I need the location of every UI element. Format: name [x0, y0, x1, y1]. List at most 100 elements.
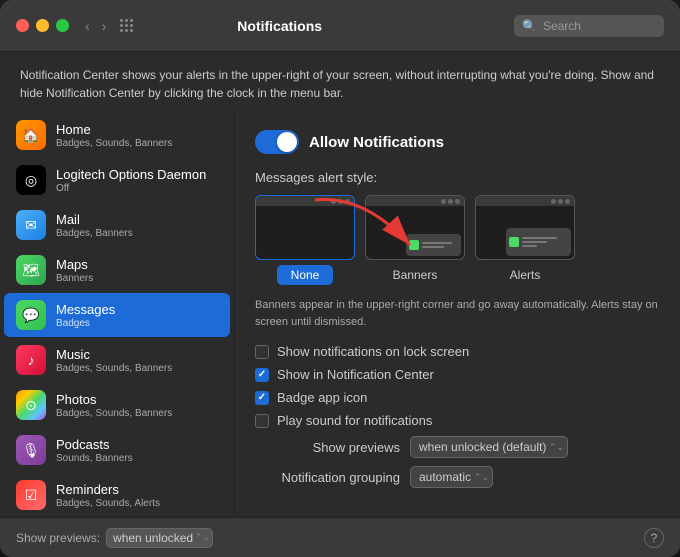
sidebar-text: Photos Badges, Sounds, Banners	[56, 392, 172, 419]
style-option-banners[interactable]: Banners	[365, 195, 465, 285]
bottom-previews-select[interactable]: alwayswhen unlockednever	[106, 528, 213, 548]
content: 🏠 Home Badges, Sounds, Banners ◎ Logitec…	[0, 112, 680, 517]
sidebar-item-music[interactable]: ♪ Music Badges, Sounds, Banners	[4, 338, 230, 382]
sidebar-item-logitech[interactable]: ◎ Logitech Options Daemon Off	[4, 158, 230, 202]
home-icon: 🏠	[16, 120, 46, 150]
sidebar-item-sub: Off	[56, 183, 206, 194]
description-text: Notification Center shows your alerts in…	[20, 68, 654, 100]
banners-preview	[365, 195, 465, 260]
style-options: None Banners	[255, 195, 660, 285]
setting-row-1: Notification grouping automaticby appoff	[255, 466, 660, 488]
none-preview	[255, 195, 355, 260]
sidebar-item-name: Mail	[56, 212, 133, 227]
checkbox-label-badge_icon: Badge app icon	[277, 390, 367, 405]
checkbox-label-notification_center: Show in Notification Center	[277, 367, 434, 382]
sidebar-item-name: Photos	[56, 392, 172, 407]
banners-button[interactable]: Banners	[379, 265, 452, 285]
sidebar-text: Reminders Badges, Sounds, Alerts	[56, 482, 160, 509]
preview-dot	[551, 199, 556, 204]
close-button[interactable]	[16, 19, 29, 32]
mail-icon: ✉	[16, 210, 46, 240]
sidebar: 🏠 Home Badges, Sounds, Banners ◎ Logitec…	[0, 112, 235, 517]
sidebar-item-home[interactable]: 🏠 Home Badges, Sounds, Banners	[4, 113, 230, 157]
preview-content	[366, 206, 464, 259]
setting-label-1: Notification grouping	[255, 470, 400, 485]
checkbox-badge_icon[interactable]	[255, 391, 269, 405]
sidebar-item-sub: Sounds, Banners	[56, 453, 133, 464]
style-option-none[interactable]: None	[255, 195, 355, 285]
checkbox-row-notification_center[interactable]: Show in Notification Center	[255, 367, 660, 382]
reminders-icon: ☑	[16, 480, 46, 510]
preview-content	[476, 206, 574, 259]
checkbox-play_sound[interactable]	[255, 414, 269, 428]
none-button[interactable]: None	[277, 265, 334, 285]
sidebar-item-name: Logitech Options Daemon	[56, 167, 206, 182]
sidebar-text: Podcasts Sounds, Banners	[56, 437, 133, 464]
checkbox-row-badge_icon[interactable]: Badge app icon	[255, 390, 660, 405]
sidebar-text: Mail Badges, Banners	[56, 212, 133, 239]
checkbox-row-play_sound[interactable]: Play sound for notifications	[255, 413, 660, 428]
search-input[interactable]	[543, 19, 656, 33]
bottom-bar: Show previews: alwayswhen unlockednever …	[0, 517, 680, 557]
sidebar-item-messages[interactable]: 💬 Messages Badges	[4, 293, 230, 337]
alerts-preview	[475, 195, 575, 260]
photos-icon: ⊙	[16, 390, 46, 420]
checkbox-notification_center[interactable]	[255, 368, 269, 382]
sidebar-item-sub: Banners	[56, 273, 93, 284]
sidebar-item-reminders[interactable]: ☑ Reminders Badges, Sounds, Alerts	[4, 473, 230, 517]
sidebar-item-sub: Badges, Banners	[56, 228, 133, 239]
checkbox-lock_screen[interactable]	[255, 345, 269, 359]
style-options-wrapper: None Banners	[255, 195, 660, 285]
sidebar-item-sub: Badges, Sounds, Alerts	[56, 498, 160, 509]
preview-dot	[331, 199, 336, 204]
sidebar-item-mail[interactable]: ✉ Mail Badges, Banners	[4, 203, 230, 247]
bottom-select-wrapper: alwayswhen unlockednever	[106, 528, 213, 548]
sidebar-item-name: Home	[56, 122, 172, 137]
sidebar-item-name: Maps	[56, 257, 93, 272]
search-box[interactable]: 🔍	[514, 15, 664, 37]
window: ‹ › Notifications 🔍 Notification Center …	[0, 0, 680, 557]
preview-dot	[565, 199, 570, 204]
preview-dot	[558, 199, 563, 204]
setting-select-1[interactable]: automaticby appoff	[410, 466, 493, 488]
sidebar-item-sub: Badges	[56, 318, 115, 329]
main-panel: Allow Notifications Messages alert style…	[235, 112, 680, 517]
sidebar-item-podcasts[interactable]: 🎙 Podcasts Sounds, Banners	[4, 428, 230, 472]
preview-dot	[455, 199, 460, 204]
sidebar-text: Logitech Options Daemon Off	[56, 167, 206, 194]
sidebar-text: Music Badges, Sounds, Banners	[56, 347, 172, 374]
setting-select-wrapper-0: alwayswhen unlocked (default)never	[410, 436, 568, 458]
checkbox-label-play_sound: Play sound for notifications	[277, 413, 432, 428]
allow-notifications-row: Allow Notifications	[255, 130, 660, 154]
allow-notifications-toggle[interactable]	[255, 130, 299, 154]
setting-select-0[interactable]: alwayswhen unlocked (default)never	[410, 436, 568, 458]
preview-content	[256, 206, 354, 259]
sidebar-item-name: Reminders	[56, 482, 160, 497]
sidebar-item-name: Messages	[56, 302, 115, 317]
checkboxes-section: Show notifications on lock screen Show i…	[255, 344, 660, 428]
checkbox-row-lock_screen[interactable]: Show notifications on lock screen	[255, 344, 660, 359]
help-button[interactable]: ?	[644, 528, 664, 548]
titlebar: ‹ › Notifications 🔍	[0, 0, 680, 52]
toggle-thumb	[277, 132, 297, 152]
preview-dot	[441, 199, 446, 204]
preview-bar	[476, 196, 574, 206]
preview-dot	[448, 199, 453, 204]
setting-select-wrapper-1: automaticby appoff	[410, 466, 493, 488]
sidebar-item-sub: Badges, Sounds, Banners	[56, 408, 172, 419]
logitech-icon: ◎	[16, 165, 46, 195]
sidebar-item-photos[interactable]: ⊙ Photos Badges, Sounds, Banners	[4, 383, 230, 427]
preview-dot	[338, 199, 343, 204]
checkbox-label-lock_screen: Show notifications on lock screen	[277, 344, 469, 359]
sidebar-item-name: Music	[56, 347, 172, 362]
alerts-button[interactable]: Alerts	[496, 265, 555, 285]
sidebar-text: Maps Banners	[56, 257, 93, 284]
music-icon: ♪	[16, 345, 46, 375]
setting-label-0: Show previews	[255, 440, 400, 455]
search-icon: 🔍	[522, 19, 537, 33]
sidebar-item-maps[interactable]: 🗺 Maps Banners	[4, 248, 230, 292]
setting-row-0: Show previews alwayswhen unlocked (defau…	[255, 436, 660, 458]
style-option-alerts[interactable]: Alerts	[475, 195, 575, 285]
sidebar-item-sub: Badges, Sounds, Banners	[56, 363, 172, 374]
window-title: Notifications	[45, 18, 514, 34]
